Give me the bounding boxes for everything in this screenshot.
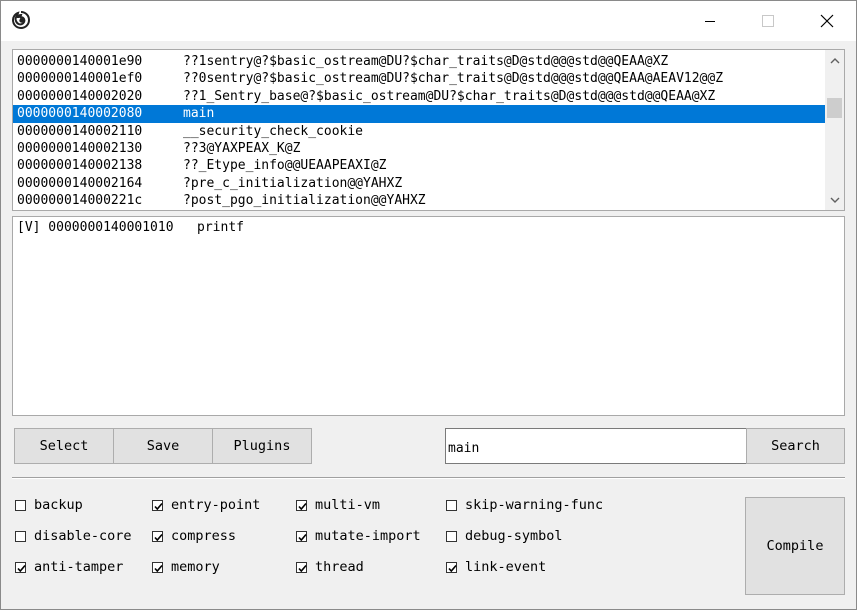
list-item[interactable]: 0000000140001ef0 ??0sentry@?$basic_ostrea… xyxy=(13,70,825,87)
app-logo-icon xyxy=(12,11,30,29)
option-thread[interactable]: thread xyxy=(296,558,364,576)
checkbox[interactable] xyxy=(15,561,26,573)
search-button[interactable]: Search xyxy=(746,428,845,464)
checkbox-label: anti-tamper xyxy=(34,559,124,575)
symbol-address: 0000000140001e90 xyxy=(17,54,143,69)
save-button[interactable]: Save xyxy=(113,428,213,464)
symbol-address: 0000000140002110 xyxy=(17,123,143,139)
maximize-icon xyxy=(762,15,774,27)
option-link-event[interactable]: link-event xyxy=(446,558,546,576)
list-item[interactable]: 0000000140002020 ??1_Sentry_base@?$basic_… xyxy=(13,88,825,105)
symbol-name: ??1sentry@?$basic_ostream@DU?$char_trait… xyxy=(183,54,669,69)
scroll-thumb[interactable] xyxy=(827,98,842,118)
checkbox-label: multi-vm xyxy=(315,497,381,513)
option-entry-point[interactable]: entry-point xyxy=(152,496,260,514)
option-mutate-import[interactable]: mutate-import xyxy=(296,527,421,545)
checkbox[interactable] xyxy=(296,561,307,573)
checkbox[interactable] xyxy=(15,530,26,542)
minimize-button[interactable] xyxy=(687,1,733,41)
checkbox-label: entry-point xyxy=(171,497,261,513)
checkbox[interactable] xyxy=(446,530,457,542)
symbol-address: 0000000140002164 xyxy=(17,175,143,191)
checkbox-label: disable-core xyxy=(34,528,132,544)
list-item[interactable]: 0000000140002080 main xyxy=(13,105,825,123)
maximize-button[interactable] xyxy=(745,1,791,41)
checkbox-label: backup xyxy=(34,497,83,513)
symbol-address: 0000000140002130 xyxy=(17,140,143,156)
close-button[interactable] xyxy=(804,1,850,41)
symbol-name: ?pre_c_initialization@@YAHXZ xyxy=(183,175,403,191)
checkmark-icon xyxy=(154,502,163,510)
symbol-name: ??_Etype_info@@UEAAPEAXI@Z xyxy=(183,158,387,174)
list-item[interactable]: 0000000140002138 ??_Etype_info@@UEAAPEAXI… xyxy=(13,157,825,174)
checkbox-label: skip-warning-func xyxy=(465,497,604,513)
list-item[interactable]: 0000000140002110 __security_check_cookie xyxy=(13,123,825,140)
checkmark-icon xyxy=(448,564,457,572)
option-multi-vm[interactable]: multi-vm xyxy=(296,496,380,514)
checkmark-icon xyxy=(298,502,307,510)
checkmark-icon xyxy=(298,533,307,541)
checkbox[interactable] xyxy=(15,499,26,511)
plugins-button[interactable]: Plugins xyxy=(212,428,312,464)
chevron-up-icon xyxy=(830,58,839,64)
checkbox[interactable] xyxy=(152,499,163,511)
option-compress[interactable]: compress xyxy=(152,527,236,545)
option-anti-tamper[interactable]: anti-tamper xyxy=(15,558,123,576)
checkbox-label: link-event xyxy=(465,559,547,575)
checkbox[interactable] xyxy=(446,561,457,573)
symbol-name: ??1_Sentry_base@?$basic_ostream@DU?$char… xyxy=(183,88,716,104)
close-icon xyxy=(820,14,834,28)
checkbox-label: memory xyxy=(171,559,220,575)
symbol-address: 000000014000221c xyxy=(17,193,143,209)
symbol-name: main xyxy=(183,106,215,122)
symbol-address: 0000000140002020 xyxy=(17,88,143,104)
checkbox-label: debug-symbol xyxy=(465,528,563,544)
scroll-down-button[interactable] xyxy=(825,192,844,209)
checkbox[interactable] xyxy=(152,530,163,542)
separator xyxy=(12,477,845,479)
checkmark-icon xyxy=(154,564,163,572)
checkbox[interactable] xyxy=(296,530,307,542)
select-button[interactable]: Select xyxy=(14,428,114,464)
symbol-name: __security_check_cookie xyxy=(183,123,364,139)
compile-button[interactable]: Compile xyxy=(745,497,845,595)
title-bar[interactable] xyxy=(1,1,856,41)
option-skip-warning-func[interactable]: skip-warning-func xyxy=(446,496,603,514)
checkbox[interactable] xyxy=(296,499,307,511)
option-backup[interactable]: backup xyxy=(15,496,83,514)
symbol-list[interactable]: 0000000140001e90 ??1sentry@?$basic_ostrea… xyxy=(12,49,845,211)
chevron-down-icon xyxy=(830,197,839,203)
symbol-name: ??3@YAXPEAX_K@Z xyxy=(183,140,301,156)
checkmark-icon xyxy=(298,564,307,572)
list-item[interactable]: 000000014000221c ?post_pgo_initialization… xyxy=(13,192,825,209)
option-memory[interactable]: memory xyxy=(152,558,220,576)
checkbox-label: compress xyxy=(171,528,237,544)
symbol-name: ??0sentry@?$basic_ostream@DU?$char_trait… xyxy=(183,71,724,87)
app-window: 0000000140001e90 ??1sentry@?$basic_ostrea… xyxy=(0,0,857,610)
minimize-icon xyxy=(705,21,715,22)
symbol-address: 0000000140002080 xyxy=(17,106,143,122)
checkmark-icon xyxy=(17,564,26,572)
checkbox[interactable] xyxy=(446,499,457,511)
output-textarea[interactable]: [V] 0000000140001010 printf xyxy=(12,216,845,416)
checkbox-label: mutate-import xyxy=(315,528,421,544)
checkmark-icon xyxy=(154,533,163,541)
checkbox[interactable] xyxy=(152,561,163,573)
symbol-address: 0000000140001ef0 xyxy=(17,71,143,87)
symbol-address: 0000000140002138 xyxy=(17,158,143,174)
symbol-name: ?post_pgo_initialization@@YAHXZ xyxy=(183,193,426,209)
list-item[interactable]: 0000000140002164 ?pre_c_initialization@@Y… xyxy=(13,175,825,192)
checkbox-label: thread xyxy=(315,559,364,575)
list-item[interactable]: 0000000140001e90 ??1sentry@?$basic_ostrea… xyxy=(13,53,825,70)
search-input[interactable]: main xyxy=(445,428,747,464)
scroll-up-button[interactable] xyxy=(825,52,844,69)
list-item[interactable]: 0000000140002130 ??3@YAXPEAX_K@Z xyxy=(13,140,825,157)
option-disable-core[interactable]: disable-core xyxy=(15,527,132,545)
option-debug-symbol[interactable]: debug-symbol xyxy=(446,527,563,545)
list-scrollbar[interactable] xyxy=(825,50,844,210)
